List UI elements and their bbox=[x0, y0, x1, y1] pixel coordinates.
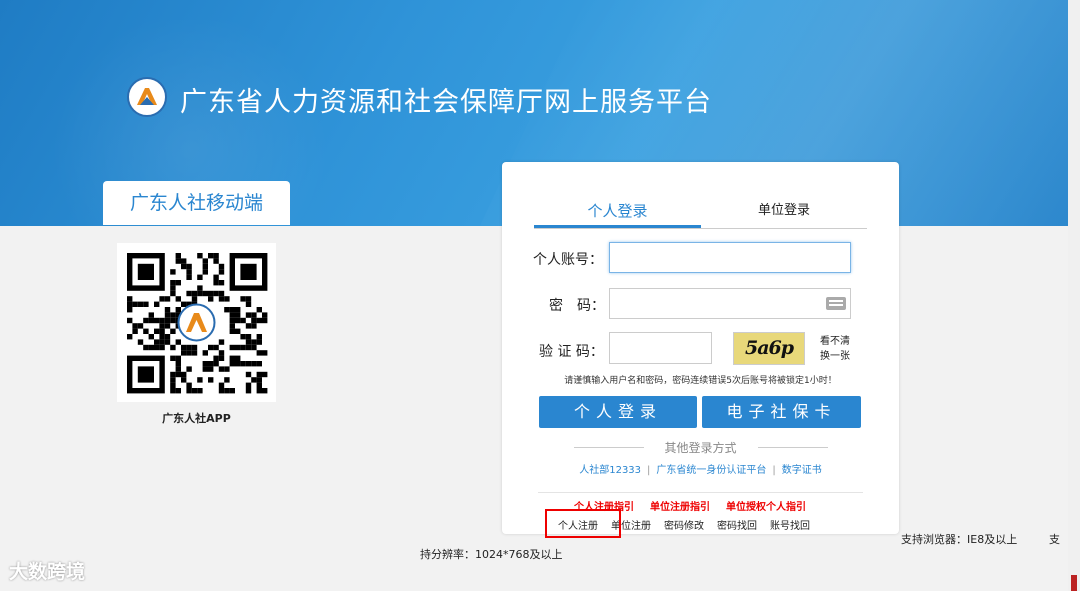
site-logo-icon bbox=[127, 77, 167, 117]
captcha-refresh-link[interactable]: 看不清换一张 bbox=[820, 334, 852, 364]
e-social-card-button[interactable]: 电子社保卡 bbox=[702, 396, 861, 428]
footer-truncated-text: 支 bbox=[1049, 533, 1060, 546]
login-warning: 请谨慎输入用户名和密码，密码连续错误5次后账号将被锁定1小时！ bbox=[564, 376, 837, 386]
account-input[interactable] bbox=[610, 243, 850, 272]
mobile-app-tab: 广东人社移动端 bbox=[103, 181, 290, 225]
keyboard-icon[interactable] bbox=[826, 297, 846, 310]
alt-link-unified-auth[interactable]: 广东省统一身份认证平台 bbox=[656, 465, 766, 476]
password-label: 密 码： bbox=[549, 298, 605, 314]
link-account-recover[interactable]: 账号找回 bbox=[770, 521, 810, 532]
guide-unit-authorize[interactable]: 单位授权个人指引 bbox=[726, 502, 806, 513]
app-qr-code bbox=[117, 243, 276, 402]
login-tabs: 个人登录 单位登录 bbox=[534, 198, 867, 229]
separator: | bbox=[647, 465, 651, 476]
password-input[interactable] bbox=[610, 289, 850, 318]
qr-caption: 广东人社APP bbox=[162, 412, 231, 425]
panel-divider bbox=[538, 492, 863, 493]
guide-unit-register[interactable]: 单位注册指引 bbox=[650, 502, 710, 513]
scrollbar-thumb[interactable] bbox=[1071, 575, 1077, 591]
watermark: 大数跨境 bbox=[9, 561, 86, 583]
personal-login-button[interactable]: 个人登录 bbox=[539, 396, 697, 428]
account-field[interactable] bbox=[609, 242, 851, 273]
captcha-label: 验 证 码： bbox=[539, 344, 604, 360]
captcha-input[interactable] bbox=[610, 333, 711, 363]
link-password-change[interactable]: 密码修改 bbox=[664, 521, 704, 532]
footer-resolution: 持分辨率：1024*768及以上 bbox=[420, 548, 563, 561]
password-field[interactable] bbox=[609, 288, 851, 319]
account-label: 个人账号： bbox=[533, 252, 603, 268]
alt-link-12333[interactable]: 人社部12333 bbox=[579, 465, 641, 476]
alt-login-links: 人社部12333 | 广东省统一身份认证平台 | 数字证书 bbox=[502, 461, 899, 476]
link-password-recover[interactable]: 密码找回 bbox=[717, 521, 757, 532]
tab-unit-login[interactable]: 单位登录 bbox=[734, 198, 834, 228]
site-title: 广东省人力资源和社会保障厅网上服务平台 bbox=[180, 87, 712, 118]
divider-line-right bbox=[758, 447, 828, 448]
tab-personal-login[interactable]: 个人登录 bbox=[534, 198, 701, 228]
personal-register-highlight-box bbox=[545, 509, 621, 538]
other-login-methods: 其他登录方式 bbox=[538, 439, 863, 455]
vertical-scrollbar[interactable] bbox=[1068, 0, 1080, 591]
login-panel: 个人登录 单位登录 个人账号： 密 码： 验 证 码： 5a6p 看不清换一张 … bbox=[502, 162, 899, 534]
alt-link-digital-cert[interactable]: 数字证书 bbox=[782, 465, 822, 476]
footer-browser-support: 支持浏览器：IE8及以上 bbox=[901, 533, 1018, 546]
captcha-field[interactable] bbox=[609, 332, 712, 364]
separator: | bbox=[772, 465, 776, 476]
captcha-image[interactable]: 5a6p bbox=[733, 332, 805, 365]
